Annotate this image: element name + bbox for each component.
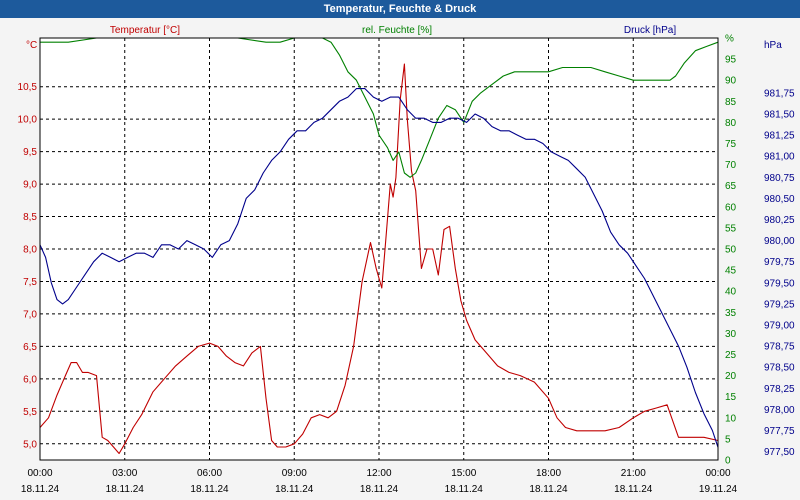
x-tick-time: 09:00	[282, 468, 307, 479]
humidity-tick-label: 25	[725, 350, 737, 361]
weather-chart: 00:00 18.11.24 03:00 18.11.24 06:00 18.11.24 0…	[18, 25, 795, 495]
pressure-tick-label: 979,00	[764, 320, 795, 331]
humidity-tick-label: 55	[725, 223, 737, 234]
x-tick-time: 03:00	[112, 468, 137, 479]
temperature-tick-label: 10,5	[18, 82, 38, 93]
humidity-tick-label: %	[725, 34, 734, 45]
x-tick-date: 19.11.24	[699, 484, 738, 495]
humidity-tick-label: 45	[725, 266, 737, 277]
temperature-tick-label: 9,5	[23, 147, 37, 158]
humidity-tick-label: 50	[725, 245, 737, 256]
humidity-tick-label: 80	[725, 118, 737, 129]
pressure-tick-label: 978,50	[764, 363, 795, 374]
pressure-unit-label: hPa	[764, 40, 782, 51]
humidity-tick-label: 85	[725, 97, 737, 108]
pressure-axis-title: Druck [hPa]	[624, 25, 676, 36]
pressure-tick-label: 981,50	[764, 109, 795, 120]
temperature-tick-label: 10,0	[18, 115, 38, 126]
humidity-tick-label: 95	[725, 55, 737, 66]
humidity-tick-label: 35	[725, 308, 737, 319]
chart-window: Temperatur, Feuchte & Druck 00:00 18.11.2…	[0, 0, 800, 500]
pressure-tick-label: 980,75	[764, 173, 795, 184]
x-tick-date: 18.11.24	[190, 484, 229, 495]
temperature-axis-title: Temperatur [°C]	[110, 25, 180, 36]
x-tick-time: 06:00	[197, 468, 222, 479]
x-tick-time: 21:00	[621, 468, 646, 479]
x-tick-time: 00:00	[27, 468, 52, 479]
pressure-tick-label: 979,50	[764, 278, 795, 289]
temperature-tick-label: 7,5	[23, 277, 37, 288]
pressure-tick-label: 980,50	[764, 194, 795, 205]
x-tick-time: 12:00	[366, 468, 391, 479]
humidity-tick-label: 15	[725, 392, 737, 403]
x-tick-date: 18.11.24	[529, 484, 568, 495]
humidity-axis-title: rel. Feuchte [%]	[362, 25, 432, 36]
humidity-tick-label: 5	[725, 434, 731, 445]
pressure-tick-label: 977,50	[764, 447, 795, 458]
pressure-tick-label: 981,25	[764, 131, 795, 142]
temperature-tick-label: 9,0	[23, 180, 37, 191]
humidity-tick-label: 65	[725, 181, 737, 192]
temperature-tick-label: 7,0	[23, 309, 37, 320]
temperature-tick-label: 6,0	[23, 374, 37, 385]
pressure-tick-label: 978,25	[764, 384, 795, 395]
pressure-tick-label: 981,00	[764, 152, 795, 163]
humidity-tick-label: 20	[725, 371, 737, 382]
x-tick-date: 18.11.24	[275, 484, 314, 495]
humidity-tick-label: 0	[725, 456, 731, 467]
pressure-tick-label: 980,00	[764, 236, 795, 247]
pressure-tick-label: 978,00	[764, 405, 795, 416]
x-tick-date: 18.11.24	[614, 484, 653, 495]
humidity-tick-label: 30	[725, 329, 737, 340]
pressure-tick-label: 977,75	[764, 426, 795, 437]
humidity-tick-label: 75	[725, 139, 737, 150]
humidity-tick-label: 70	[725, 160, 737, 171]
humidity-tick-label: 40	[725, 287, 737, 298]
pressure-tick-label: 979,25	[764, 299, 795, 310]
humidity-tick-label: 60	[725, 202, 737, 213]
temperature-tick-label: 5,5	[23, 407, 37, 418]
x-tick-date: 18.11.24	[106, 484, 145, 495]
pressure-tick-label: 979,75	[764, 257, 795, 268]
x-tick-date: 18.11.24	[21, 484, 60, 495]
pressure-tick-label: 981,75	[764, 88, 795, 99]
temperature-tick-label: 5,0	[23, 439, 37, 450]
humidity-tick-label: 10	[725, 413, 737, 424]
x-tick-date: 18.11.24	[360, 484, 399, 495]
temperature-unit-label: °C	[26, 40, 37, 51]
temperature-tick-label: 6,5	[23, 342, 37, 353]
pressure-tick-label: 978,75	[764, 342, 795, 353]
x-tick-time: 18:00	[536, 468, 561, 479]
pressure-tick-label: 980,25	[764, 215, 795, 226]
x-tick-time: 00:00	[705, 468, 730, 479]
x-tick-date: 18.11.24	[445, 484, 484, 495]
temperature-tick-label: 8,0	[23, 245, 37, 256]
x-tick-time: 15:00	[451, 468, 476, 479]
humidity-tick-label: 90	[725, 76, 737, 87]
window-title: Temperatur, Feuchte & Druck	[0, 0, 800, 18]
temperature-tick-label: 8,5	[23, 212, 37, 223]
